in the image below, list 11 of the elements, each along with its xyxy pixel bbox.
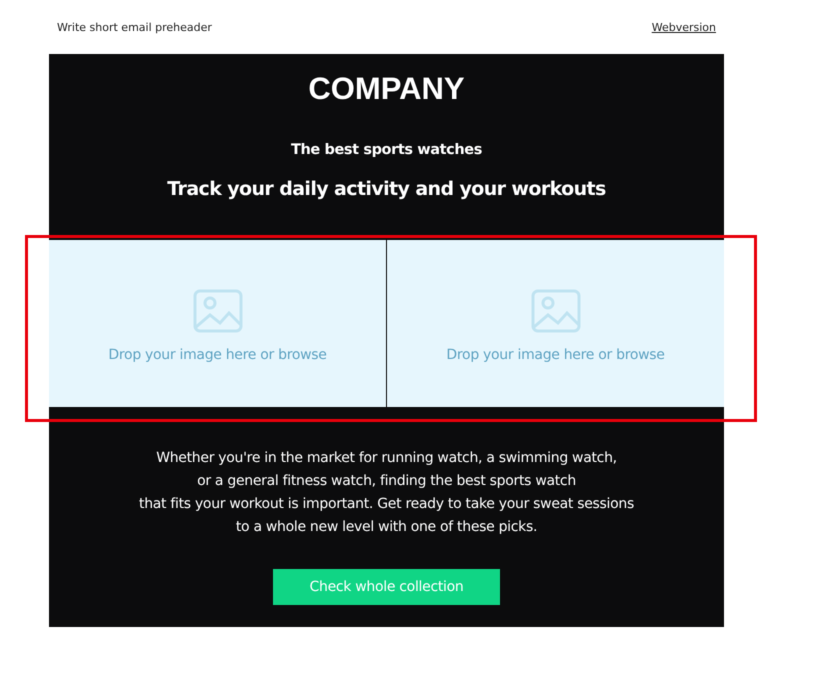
image-icon	[192, 288, 242, 332]
collection-button[interactable]: Check whole collection	[273, 569, 500, 605]
preheader-text: Write short email preheader	[57, 20, 212, 34]
image-icon	[530, 288, 580, 332]
webversion-link[interactable]: Webversion	[652, 20, 716, 34]
body-paragraph: Whether you're in the market for running watch, a swimming watch, or a general fitness watch, finding the best sports watch that fits your workout is important. Get ready to take your sweat sessions to a whole new level with one of these picks.	[139, 449, 634, 537]
image-drop-zone[interactable]: Drop your image here or browse	[387, 240, 724, 407]
image-drop-zone[interactable]: Drop your image here or browse	[49, 240, 386, 407]
heading: Track your daily activity and your workouts	[167, 178, 606, 200]
subtitle: The best sports watches	[291, 142, 482, 158]
company-logo: COMPANY	[308, 71, 465, 107]
